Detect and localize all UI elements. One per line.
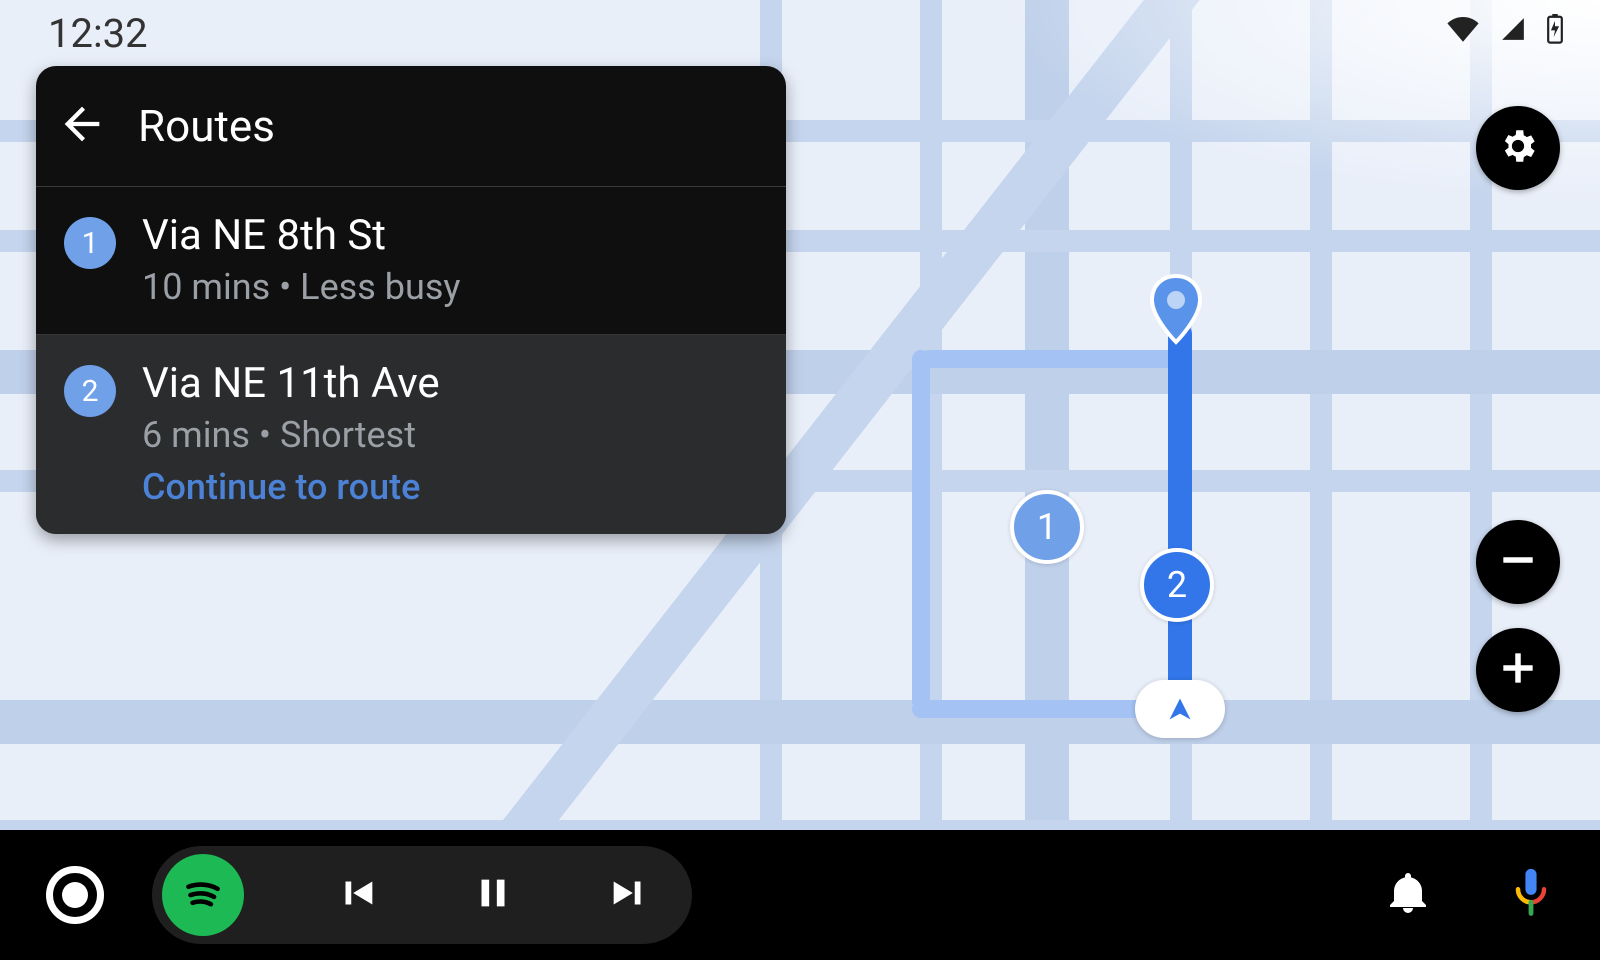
current-location-icon — [1135, 680, 1225, 738]
mic-icon — [1508, 904, 1554, 923]
continue-route-link[interactable]: Continue to route — [142, 466, 440, 508]
route-badge: 1 — [64, 217, 116, 269]
plus-icon — [1496, 646, 1540, 694]
route-item-2[interactable]: 2 Via NE 11th Ave 6 mins • Shortest Cont… — [36, 334, 786, 534]
map-route-marker-2[interactable]: 2 — [1140, 548, 1214, 622]
route-meta: 10 mins • Less busy — [142, 266, 460, 308]
map-route-marker-1[interactable]: 1 — [1010, 490, 1084, 564]
cellular-icon — [1498, 16, 1528, 42]
battery-charging-icon — [1546, 14, 1564, 44]
route-name: Via NE 11th Ave — [142, 359, 440, 408]
arrow-left-icon — [56, 98, 108, 150]
zoom-out-button[interactable] — [1476, 520, 1560, 604]
zoom-in-button[interactable] — [1476, 628, 1560, 712]
status-time: 12:32 — [48, 10, 148, 57]
launcher-button[interactable] — [46, 866, 104, 924]
routes-panel: Routes 1 Via NE 8th St 10 mins • Less bu… — [36, 66, 786, 534]
skip-previous-icon — [334, 870, 380, 920]
assistant-button[interactable] — [1508, 867, 1554, 923]
map-marker-label: 1 — [1037, 506, 1057, 548]
panel-title: Routes — [138, 100, 275, 152]
skip-next-icon — [606, 870, 652, 920]
next-track-button[interactable] — [606, 870, 652, 920]
settings-button[interactable] — [1476, 106, 1560, 190]
pause-icon — [470, 870, 516, 920]
spotify-icon — [178, 868, 228, 922]
back-button[interactable] — [56, 98, 108, 154]
minus-icon — [1496, 538, 1540, 586]
route-meta: 6 mins • Shortest — [142, 414, 440, 456]
notifications-button[interactable] — [1384, 869, 1432, 921]
pause-button[interactable] — [470, 870, 516, 920]
status-icons — [1446, 14, 1564, 44]
route-item-1[interactable]: 1 Via NE 8th St 10 mins • Less busy — [36, 187, 786, 334]
previous-track-button[interactable] — [334, 870, 380, 920]
spotify-button[interactable] — [162, 854, 244, 936]
panel-header: Routes — [36, 66, 786, 187]
gear-icon — [1497, 125, 1539, 171]
route-badge-number: 2 — [82, 374, 99, 409]
map-marker-label: 2 — [1167, 564, 1187, 606]
route-badge-number: 1 — [82, 226, 99, 261]
wifi-icon — [1446, 16, 1480, 42]
bottom-nav-bar — [0, 830, 1600, 960]
route-name: Via NE 8th St — [142, 211, 460, 260]
destination-pin-icon — [1148, 274, 1204, 330]
bell-icon — [1384, 902, 1432, 921]
media-chip — [152, 846, 692, 944]
route-badge: 2 — [64, 365, 116, 417]
